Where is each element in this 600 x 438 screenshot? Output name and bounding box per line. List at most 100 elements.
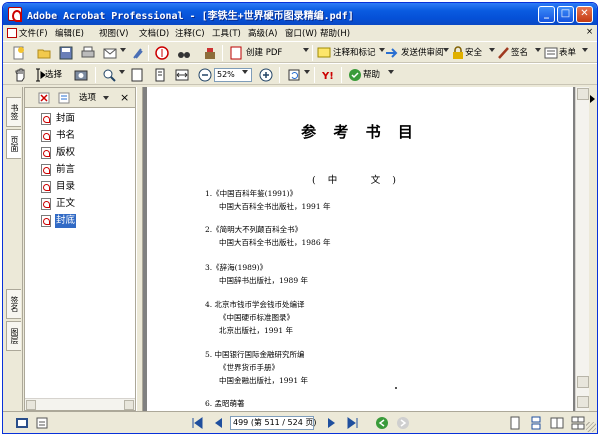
scroll-up-icon[interactable]	[577, 88, 589, 100]
panel-splitter[interactable]	[136, 87, 143, 411]
multimedia-icon[interactable]	[203, 46, 217, 60]
page-heading: 参 考 书 目	[301, 123, 419, 141]
open-folder-icon[interactable]	[37, 46, 51, 60]
forms-button[interactable]: 表单	[544, 45, 576, 61]
continuous-icon[interactable]	[529, 416, 543, 430]
scroll-left-icon[interactable]	[26, 400, 36, 410]
toolbar-view: 选择 52% Y! 帮助	[3, 63, 597, 85]
scroll-right-icon[interactable]	[124, 400, 134, 410]
tab-bookmarks[interactable]: 书签	[6, 97, 21, 127]
scroll-thumb[interactable]	[577, 376, 589, 388]
help-dropdown-icon[interactable]	[388, 70, 394, 74]
save-icon[interactable]	[59, 46, 73, 60]
search-web-icon[interactable]	[155, 46, 169, 60]
scroll-down-icon[interactable]	[577, 396, 589, 408]
yahoo-toolbar-icon[interactable]: Y!	[321, 68, 335, 82]
bookmarks-horizontal-scrollbar[interactable]	[25, 398, 135, 410]
hand-tool-icon[interactable]	[13, 68, 27, 82]
send-review-button[interactable]: 发送供审阅	[385, 45, 444, 61]
zoom-in-icon[interactable]	[102, 68, 116, 82]
menu-view[interactable]: 视图(V)	[99, 27, 128, 39]
close-panel-button[interactable]: ×	[120, 90, 129, 106]
previous-view-icon[interactable]	[375, 416, 389, 430]
previous-page-icon[interactable]	[211, 416, 225, 430]
expand-panel-icon[interactable]	[590, 95, 595, 103]
menu-edit[interactable]: 编辑(E)	[55, 27, 84, 39]
sign-label: 签名	[511, 48, 529, 58]
fit-page-icon[interactable]	[153, 68, 167, 82]
lock-icon	[453, 46, 463, 59]
rotate-view-icon[interactable]	[287, 68, 301, 82]
reference-line: 5. 中国银行国际金融研究所编	[205, 350, 305, 359]
zoom-dropdown-icon[interactable]	[242, 70, 248, 74]
email-icon[interactable]	[103, 46, 117, 60]
page-number-field[interactable]: 499 (第 511 / 524 页)	[230, 416, 316, 430]
tool-icon[interactable]	[15, 416, 29, 430]
fit-width-icon[interactable]	[175, 68, 189, 82]
title-bar[interactable]: Adobe Acrobat Professional - [李铁生+世界硬币图录…	[3, 3, 597, 25]
last-page-icon[interactable]	[346, 416, 360, 430]
actual-size-icon[interactable]	[130, 68, 144, 82]
zoom-in-plus-icon[interactable]	[259, 68, 273, 82]
attach-icon[interactable]	[130, 46, 144, 60]
menu-advanced[interactable]: 高级(A)	[248, 27, 277, 39]
menu-tools[interactable]: 工具(T)	[212, 27, 241, 39]
bookmark-page-icon	[41, 113, 51, 125]
bookmark-label: 封面	[56, 113, 76, 124]
minimize-button[interactable]: _	[538, 6, 555, 23]
secure-button[interactable]: 安全	[451, 45, 482, 61]
menu-help[interactable]: 帮助(H)	[320, 27, 350, 39]
doc-options-icon[interactable]	[35, 416, 49, 430]
close-button[interactable]: ✕	[576, 6, 593, 23]
menu-window[interactable]: 窗口(W)	[285, 27, 317, 39]
document-vertical-scrollbar[interactable]	[575, 87, 589, 411]
snapshot-icon[interactable]	[74, 68, 88, 82]
help-button[interactable]: 帮助	[348, 67, 380, 83]
comment-markup-button[interactable]: 注释和标记	[317, 45, 376, 61]
print-icon[interactable]	[81, 46, 95, 60]
email-dropdown-icon[interactable]	[120, 48, 126, 52]
secure-dropdown-icon[interactable]	[489, 48, 495, 52]
first-page-icon[interactable]	[190, 416, 204, 430]
document-close-button[interactable]: ×	[586, 27, 593, 39]
reference-line: 1.《中国百科年鉴(1991)》	[205, 189, 298, 198]
tab-layers[interactable]: 图层	[6, 321, 21, 351]
toolbar-separator	[148, 45, 149, 61]
menu-file[interactable]: 文件(F)	[7, 27, 48, 39]
text-cursor-icon	[36, 68, 46, 82]
tab-signatures[interactable]: 签名	[6, 289, 21, 319]
continuous-facing-icon[interactable]	[571, 416, 585, 430]
zoom-out-icon[interactable]	[198, 68, 212, 82]
sign-dropdown-icon[interactable]	[535, 48, 541, 52]
new-bookmark-icon[interactable]	[57, 91, 71, 105]
create-pdf-icon[interactable]	[12, 46, 26, 60]
create-pdf-dropdown-icon[interactable]	[303, 48, 309, 52]
bookmark-label: 书名	[56, 130, 76, 141]
single-page-icon[interactable]	[508, 416, 522, 430]
bookmark-page-icon	[41, 164, 51, 176]
zoom-tool-dropdown-icon[interactable]	[119, 70, 125, 74]
send-review-dropdown-icon[interactable]	[443, 48, 449, 52]
forms-dropdown-icon[interactable]	[582, 48, 588, 52]
find-binoculars-icon[interactable]	[177, 46, 191, 60]
create-pdf-button[interactable]: 创建 PDF	[229, 45, 282, 61]
select-tool-button[interactable]: 选择	[33, 67, 62, 83]
facing-icon[interactable]	[550, 416, 564, 430]
bookmark-page-icon	[41, 147, 51, 159]
rotate-dropdown-icon[interactable]	[304, 70, 310, 74]
maximize-button[interactable]: □	[557, 6, 574, 23]
acrobat-app-icon[interactable]	[8, 7, 22, 22]
tab-pages[interactable]: 页面	[6, 129, 21, 159]
bookmark-options-button[interactable]: 选项	[79, 90, 96, 106]
delete-bookmark-icon[interactable]	[37, 91, 51, 105]
menu-comments[interactable]: 注释(C)	[175, 27, 205, 39]
menu-document[interactable]: 文档(D)	[139, 27, 169, 39]
options-dropdown-icon[interactable]	[103, 96, 109, 100]
next-view-icon[interactable]	[396, 416, 410, 430]
form-icon	[544, 47, 558, 59]
document-view[interactable]: 参 考 书 目 (中 文) 1.《中国百科年鉴(1991)》 中国大百科全书出版…	[143, 87, 575, 411]
sign-button[interactable]: 签名	[497, 45, 528, 61]
help-icon	[349, 69, 361, 81]
resize-grip[interactable]	[586, 422, 596, 432]
next-page-icon[interactable]	[325, 416, 339, 430]
